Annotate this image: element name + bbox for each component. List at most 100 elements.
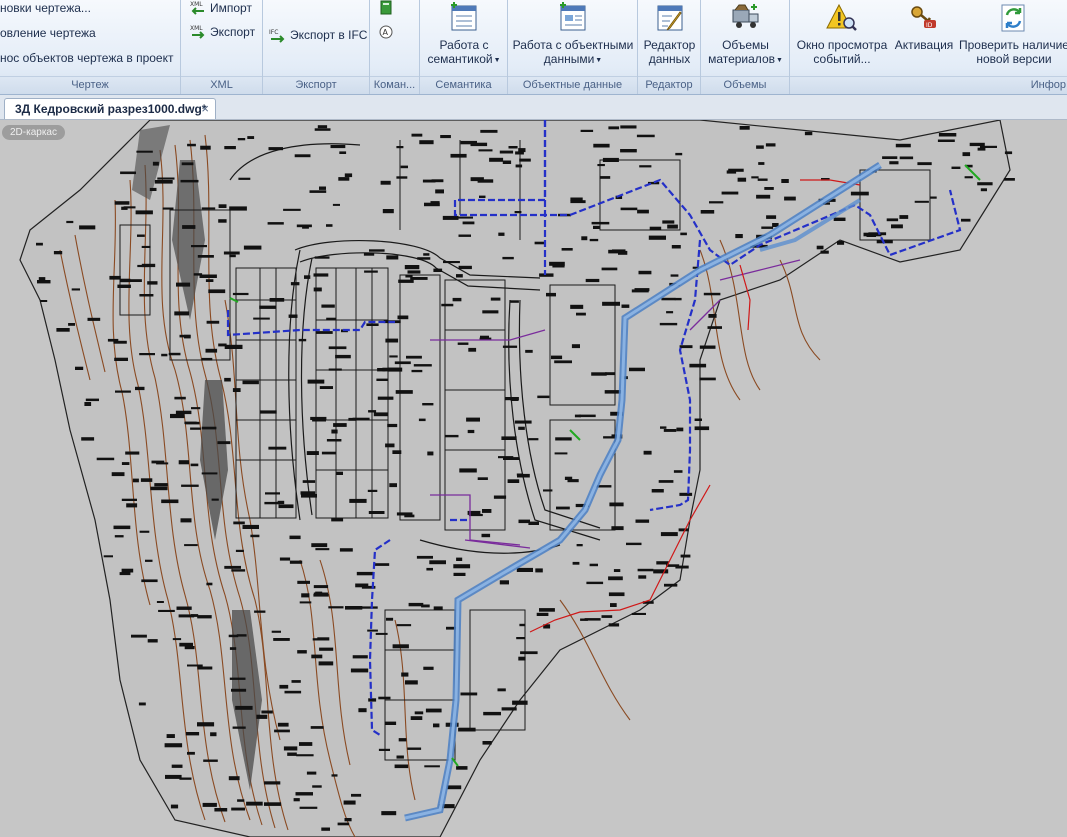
drawing-setup-label: новки чертежа... <box>0 1 91 15</box>
annotation-dash <box>554 360 572 364</box>
annotation-dash <box>235 549 244 552</box>
annotation-dash <box>336 471 343 475</box>
annotation-dash <box>119 572 131 576</box>
annotation-dash <box>457 342 469 345</box>
annotation-dash <box>516 567 533 572</box>
annotation-dash <box>181 162 194 166</box>
annotation-dash <box>601 615 613 618</box>
annotation-dash <box>751 176 759 179</box>
annotation-dash <box>178 614 195 618</box>
command-button-1[interactable] <box>378 0 394 16</box>
close-icon[interactable]: × <box>201 101 209 116</box>
annotation-dash <box>708 314 717 318</box>
annotation-dash <box>674 297 682 301</box>
annotation-dash <box>187 751 195 755</box>
materials-volume-button[interactable]: Объемы материалов▼ <box>705 2 786 68</box>
drawing-canvas[interactable] <box>0 120 1067 837</box>
annotation-dash <box>351 793 362 797</box>
annotation-dash <box>141 263 156 268</box>
annotation-dash <box>611 526 624 531</box>
annotation-dash <box>382 367 401 372</box>
annotation-dash <box>659 322 678 326</box>
info-group: Окно просмотра событий... ID Активация П… <box>790 0 1067 94</box>
check-updates-line1: Проверить наличие <box>959 38 1067 52</box>
annotation-dash <box>185 732 200 736</box>
annotation-dash <box>132 478 139 483</box>
drawing-group: новки чертежа... овление чертежа нос объ… <box>0 0 181 94</box>
info-group-label: Инфор <box>790 76 1067 94</box>
annotation-dash <box>166 734 175 738</box>
annotation-dash <box>157 177 175 180</box>
data-editor-button[interactable]: Редактор данных <box>640 2 699 66</box>
xml-export-label: Экспорт <box>210 25 256 39</box>
annotation-dash <box>739 126 750 130</box>
annotation-dash <box>804 131 813 136</box>
annotation-dash <box>756 194 771 199</box>
semantics-work-button[interactable]: Работа с семантикой▼ <box>426 2 502 68</box>
object-data-group-label: Объектные данные <box>508 76 637 94</box>
event-viewer-button[interactable]: Окно просмотра событий... <box>794 2 890 66</box>
annotation-dash <box>283 208 301 211</box>
annotation-dash <box>111 472 125 477</box>
annotation-dash <box>574 414 581 418</box>
annotation-dash <box>56 328 70 332</box>
annotation-dash <box>756 145 764 149</box>
annotation-dash <box>392 644 409 649</box>
annotation-dash <box>319 647 334 651</box>
annotation-dash <box>232 726 246 729</box>
annotation-dash <box>229 206 247 211</box>
object-data-group: Работа с объектными данными▼ Объектные д… <box>508 0 638 94</box>
annotation-dash <box>319 386 333 389</box>
annotation-dash <box>203 759 218 762</box>
command-button-2[interactable]: A <box>378 24 394 40</box>
annotation-dash <box>636 134 655 138</box>
annotation-dash <box>139 530 150 533</box>
annotation-dash <box>291 680 301 683</box>
event-viewer-line1: Окно просмотра <box>796 38 888 52</box>
annotation-dash <box>119 278 131 283</box>
xml-group-label: XML <box>181 76 262 94</box>
annotation-dash <box>318 661 334 666</box>
xml-export-button[interactable]: XML Экспорт <box>189 24 255 40</box>
annotation-dash <box>680 232 687 236</box>
annotation-dash <box>115 390 131 393</box>
annotation-dash <box>313 585 329 589</box>
annotation-dash <box>302 226 309 229</box>
view-mode-label[interactable]: 2D-каркас <box>2 125 65 140</box>
activation-button[interactable]: ID Активация <box>892 2 956 52</box>
object-data-button-line2: данными <box>543 52 595 66</box>
annotation-dash <box>591 372 607 376</box>
transfer-objects-button[interactable]: нос объектов чертежа в проект <box>0 51 173 65</box>
annotation-dash <box>170 804 179 809</box>
annotation-dash <box>149 187 157 191</box>
annotation-dash <box>271 630 281 633</box>
export-group: IFC Экспорт в IFC Экспорт <box>263 0 370 94</box>
annotation-dash <box>418 418 426 422</box>
annotation-dash <box>367 489 378 492</box>
annotation-dash <box>356 571 374 576</box>
drawing-setup-button[interactable]: новки чертежа... <box>0 1 91 15</box>
xml-import-button[interactable]: XML Импорт <box>189 0 252 16</box>
annotation-dash <box>302 480 316 483</box>
annotation-dash <box>375 632 388 635</box>
annotation-dash <box>444 434 459 438</box>
check-updates-button[interactable]: Проверить наличие новой версии <box>958 2 1067 66</box>
data-editor-icon <box>657 5 682 31</box>
document-tab-title: 3Д Кедровский разрез1000.dwg* <box>15 102 207 116</box>
annotation-dash <box>556 506 570 510</box>
annotation-dash <box>539 608 555 612</box>
annotation-dash <box>293 798 300 802</box>
object-data-work-button[interactable]: Работа с объектными данными▼ <box>512 2 634 68</box>
transfer-objects-label: нос объектов чертежа в проект <box>0 51 174 65</box>
drawing-update-button[interactable]: овление чертежа <box>0 26 96 40</box>
annotation-dash <box>567 479 579 483</box>
annotation-dash <box>504 397 519 401</box>
document-tab[interactable]: 3Д Кедровский разрез1000.dwg* × <box>4 98 216 119</box>
annotation-dash <box>283 746 298 751</box>
annotation-dash <box>586 581 604 585</box>
ifc-export-button[interactable]: IFC Экспорт в IFC <box>269 27 367 43</box>
annotation-dash <box>36 242 43 246</box>
annotation-dash <box>977 182 993 186</box>
annotation-dash <box>499 580 509 585</box>
annotation-dash <box>171 764 183 768</box>
